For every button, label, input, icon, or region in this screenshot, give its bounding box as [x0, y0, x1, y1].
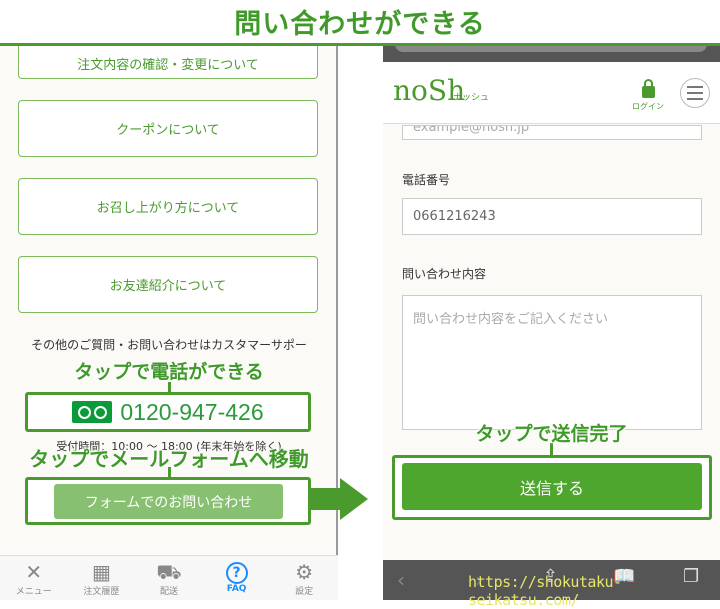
calendar-icon: ▦ — [91, 559, 111, 584]
tab-delivery[interactable]: ⛟ 配送 — [135, 556, 203, 600]
login-label: ログイン — [632, 102, 664, 111]
submit-highlight: 送信する — [392, 455, 712, 520]
phone-label: 電話番号 — [402, 173, 451, 187]
logo-kana: ナッシュ — [453, 93, 490, 103]
phone-field[interactable]: 0661216243 — [402, 198, 702, 235]
inquiry-placeholder: 問い合わせ内容をご記入ください — [413, 312, 609, 327]
arrow-head — [340, 478, 368, 520]
lock-icon — [641, 79, 655, 98]
faq-referral-button[interactable]: お友達紹介について — [18, 256, 318, 313]
truck-icon: ⛟ — [156, 559, 182, 584]
tab-settings[interactable]: ⚙ 設定 — [270, 556, 338, 600]
freedial-icon — [72, 401, 113, 423]
tab-label: メニュー — [15, 586, 52, 597]
tab-history[interactable]: ▦ 注文履歴 — [68, 556, 136, 600]
browser-toolbar: ‹ › ⇪ 📖 ❐ https://shokutaku-seikatsu.com… — [383, 560, 720, 609]
phone-link[interactable]: 0120-947-426 — [25, 392, 311, 432]
question-icon: ? — [225, 562, 248, 584]
faq-screen: 注文内容の確認・変更について クーポンについて お召し上がり方について お友達紹… — [0, 0, 338, 600]
login-button[interactable]: ログイン — [628, 78, 668, 112]
other-inquiry-text: その他のご質問・お問い合わせはカスタマーサポー — [31, 338, 307, 352]
form-highlight: フォームでのお問い合わせ — [25, 477, 311, 525]
tab-label: 設定 — [295, 586, 314, 597]
tab-menu[interactable]: ✕ メニュー — [0, 556, 68, 600]
tab-label: FAQ — [226, 584, 247, 594]
arrow-icon — [311, 488, 341, 510]
inquiry-label: 問い合わせ内容 — [402, 267, 487, 281]
utensils-icon: ✕ — [25, 559, 43, 584]
tab-label: 配送 — [159, 586, 178, 597]
email-field[interactable]: example@nosh.jp — [402, 125, 702, 140]
tab-bar: ✕ メニュー ▦ 注文履歴 ⛟ 配送 ? FAQ ⚙ 設定 — [0, 555, 338, 600]
title-banner: 問い合わせができる — [0, 0, 720, 46]
phone-number: 0120-947-426 — [120, 398, 264, 425]
tab-label: 注文履歴 — [83, 586, 120, 597]
form-inquiry-button[interactable]: フォームでのお問い合わせ — [54, 484, 283, 519]
annotation-submit: タップで送信完了 — [475, 423, 628, 445]
watermark-url: https://shokutaku-seikatsu.com/ — [468, 573, 622, 609]
hamburger-menu-icon[interactable] — [680, 78, 710, 108]
faq-eating-button[interactable]: お召し上がり方について — [18, 178, 318, 235]
faq-label: 注文内容の確認・変更について — [77, 58, 259, 73]
back-icon[interactable]: ‹ — [397, 568, 405, 592]
gear-icon: ⚙ — [295, 559, 314, 584]
phone-value: 0661216243 — [413, 209, 496, 224]
site-header: noSh ナッシュ ログイン — [383, 62, 720, 124]
faq-coupon-button[interactable]: クーポンについて — [18, 100, 318, 157]
annotation-phone: タップで電話ができる — [74, 361, 264, 383]
email-value: example@nosh.jp — [413, 125, 530, 135]
tab-faq[interactable]: ? FAQ — [203, 556, 271, 600]
annotation-form: タップでメールフォームへ移動 — [29, 447, 309, 471]
inquiry-textarea[interactable]: 問い合わせ内容をご記入ください — [402, 295, 702, 430]
submit-button[interactable]: 送信する — [402, 463, 702, 510]
banner-title: 問い合わせができる — [234, 9, 486, 40]
